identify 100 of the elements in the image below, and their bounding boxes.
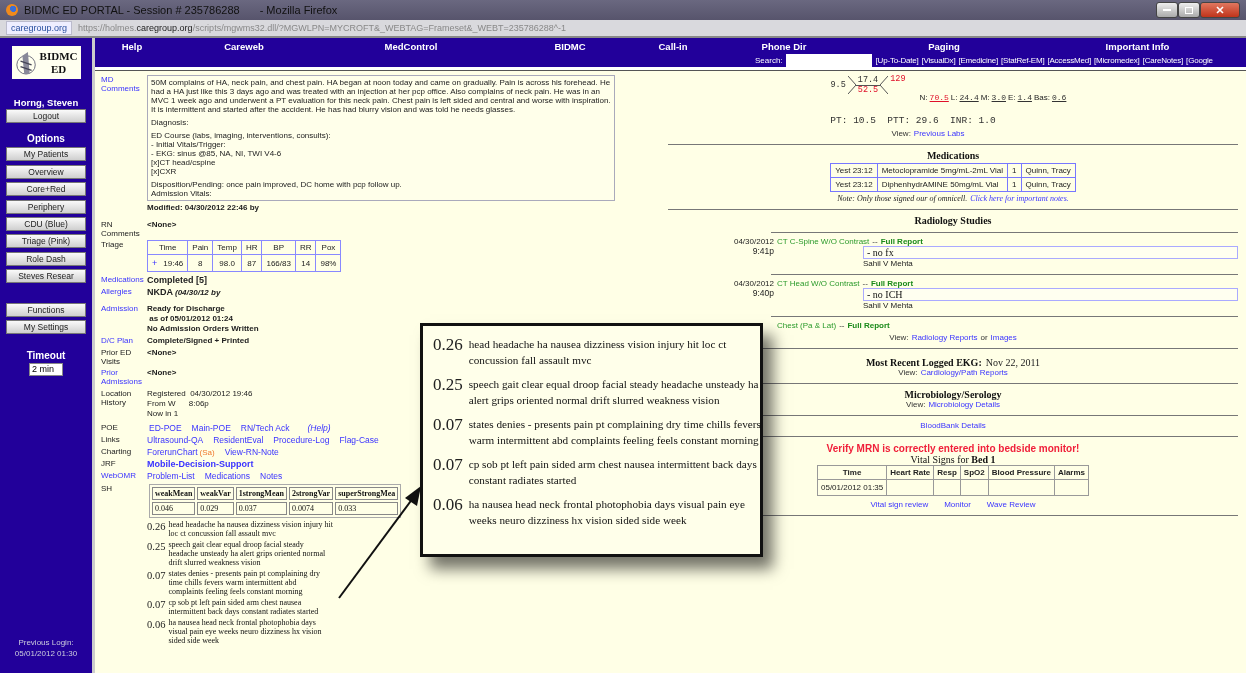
sidebar-button[interactable]: My Patients <box>6 147 86 162</box>
address-field[interactable]: https://holmes.caregroup.org/scripts/mgwms32.dll/?MGWLPN=MYCROFT&_WEBTAG=Frameset&_WEBT=235786288^-1 <box>78 23 567 33</box>
sidebar-button[interactable]: Steves Resear <box>6 269 86 284</box>
radiology-reports-link[interactable]: Radiology Reports <box>911 333 978 342</box>
field-label: JRF <box>101 459 117 469</box>
portal-link[interactable]: ED-POE <box>149 423 182 433</box>
portal-link[interactable]: Procedure-Log <box>273 435 330 445</box>
portal-link[interactable]: Notes <box>260 471 283 481</box>
column-header: superStrongMea <box>335 487 399 500</box>
portal-link[interactable]: Medications <box>204 471 251 481</box>
sidebar-button[interactable]: Core+Red <box>6 182 86 197</box>
resource-link[interactable]: [AccessMed] <box>1047 56 1091 65</box>
cardiology-reports-link[interactable]: Cardiology/Path Reports <box>920 368 1008 377</box>
allergy-note: (04/30/12 by <box>175 288 221 297</box>
monitor-link[interactable]: Wave Review <box>986 500 1036 509</box>
microbiology-link[interactable]: Microbiology Details <box>928 400 1000 409</box>
portal-link[interactable]: View-RN-Note <box>224 447 279 457</box>
portal-link[interactable]: Problem-List <box>147 471 195 481</box>
full-report-link[interactable]: Full Report <box>880 237 923 246</box>
comment-text: Diagnosis: <box>151 118 190 127</box>
field-value: as of 05/01/2012 01:24 <box>148 314 233 324</box>
field-value: From W 8:06p <box>147 399 209 409</box>
table-cell: Quinn, Tracy <box>1021 163 1076 178</box>
section-heading: Medications <box>926 150 980 161</box>
portal-link[interactable]: Flag-Case <box>339 435 379 445</box>
sidebar-button[interactable]: Functions <box>6 302 86 317</box>
site-identity-button[interactable]: caregroup.org <box>6 21 73 35</box>
sidebar-button[interactable]: CDU (Blue) <box>6 216 86 231</box>
sidebar-button[interactable]: Role Dash <box>6 251 86 266</box>
diff-value[interactable]: 0.6 <box>1051 93 1067 102</box>
lab-value: 52.5 <box>856 85 880 95</box>
separator-text: -- <box>872 237 878 246</box>
sidebar-button[interactable]: Periphery <box>6 199 86 214</box>
close-button[interactable] <box>1200 2 1240 18</box>
portal-link[interactable]: RN/Tech Ack <box>240 423 290 433</box>
monitor-link[interactable]: Vital sign review <box>870 500 929 509</box>
portal-link[interactable]: Main-POE <box>191 423 231 433</box>
portal-link[interactable]: ForerunChart <box>147 447 198 457</box>
field-label[interactable]: Prior Admissions <box>101 368 147 386</box>
resource-link[interactable]: [Up-To-Date] <box>875 56 919 65</box>
resource-link[interactable]: [CareNotes] <box>1142 56 1184 65</box>
table-cell: Quinn, Tracy <box>1021 177 1076 192</box>
images-link[interactable]: Images <box>990 333 1017 342</box>
nav-link[interactable]: Help <box>95 40 169 52</box>
nav-link[interactable]: Phone Dir <box>709 40 859 52</box>
table-cell: 0.046 <box>152 502 196 515</box>
nav-link[interactable]: Call-in <box>637 40 709 52</box>
notes-link[interactable]: Click here for important notes. <box>970 194 1069 203</box>
previous-labs-link[interactable]: Previous Labs <box>913 129 965 138</box>
help-link[interactable]: (Help) <box>307 423 331 433</box>
study-link[interactable]: CT C-Spine W/O Contrast <box>777 237 870 246</box>
diff-value[interactable]: 1.4 <box>1017 93 1032 102</box>
nav-link[interactable]: Paging <box>859 40 1029 52</box>
logout-button[interactable]: Logout <box>6 109 86 123</box>
topic-score: 0.06 <box>433 496 463 516</box>
nav-link[interactable]: MedControl <box>319 40 503 52</box>
field-label[interactable]: Admission <box>101 304 147 334</box>
nav-link[interactable]: Important Info <box>1029 40 1246 52</box>
portal-link[interactable]: ResidentEval <box>213 435 264 445</box>
field-label[interactable]: D/C Plan <box>101 336 147 346</box>
table-cell: + 19:46 <box>147 254 188 272</box>
full-report-link[interactable]: Full Report <box>870 279 914 288</box>
field-label[interactable]: WebOMR <box>101 471 147 481</box>
portal-link[interactable]: Mobile-Decision-Support <box>147 459 254 469</box>
monitor-link[interactable]: Monitor <box>944 500 971 509</box>
field-label[interactable]: Allergies <box>101 287 147 298</box>
field-label[interactable]: MD Comments <box>101 75 147 212</box>
study-link[interactable]: CT Head W/O Contrast <box>777 279 860 288</box>
bloodbank-link[interactable]: BloodBank Details <box>920 421 986 430</box>
diff-value[interactable]: 3.0 <box>991 93 1006 102</box>
resource-link[interactable]: [StatRef-EM] <box>1001 56 1045 65</box>
comment-text: Disposition/Pending: once pain improved, DC home with pcp follow up. Admission Vitals: <box>151 180 403 198</box>
expand-button[interactable]: + <box>152 258 158 268</box>
sidebar-button[interactable]: Overview <box>6 164 86 179</box>
resource-link[interactable]: [Google <box>1186 56 1213 65</box>
field-value: Registered 04/30/2012 19:46 <box>147 389 253 399</box>
resource-link[interactable]: [Emedicine] <box>958 56 998 65</box>
nav-link[interactable]: BIDMC <box>503 40 637 52</box>
field-label[interactable]: Medications <box>101 275 147 285</box>
sidebar-button[interactable]: Triage (Pink) <box>6 234 86 249</box>
maximize-button[interactable] <box>1178 2 1200 18</box>
table-cell: 1 <box>1007 177 1021 192</box>
portal-link[interactable]: Ultrasound-QA <box>147 435 204 445</box>
topic-score: 0.26 <box>433 336 463 356</box>
resource-link[interactable]: [VisualDx] <box>921 56 956 65</box>
diff-value[interactable]: 70.5 <box>929 93 949 102</box>
topic-score: 0.07 <box>147 600 166 612</box>
sidebar-button[interactable]: My Settings <box>6 319 86 334</box>
search-field[interactable] <box>785 54 872 67</box>
minimize-button[interactable] <box>1156 2 1178 18</box>
table-cell: 14 <box>295 254 316 272</box>
nav-link[interactable]: Careweb <box>169 40 319 52</box>
study-link[interactable]: Chest (Pa & Lat) <box>777 321 837 330</box>
full-report-link[interactable]: Full Report <box>847 321 890 330</box>
timeout-field[interactable]: 2 min <box>29 362 63 376</box>
field-label: SH <box>101 484 114 495</box>
resource-link[interactable]: [Micromedex] <box>1094 56 1140 65</box>
section-heading: Radiology Studies <box>914 215 992 226</box>
diff-value[interactable]: 24.4 <box>959 93 979 102</box>
table-cell: 98.0 <box>212 254 242 272</box>
